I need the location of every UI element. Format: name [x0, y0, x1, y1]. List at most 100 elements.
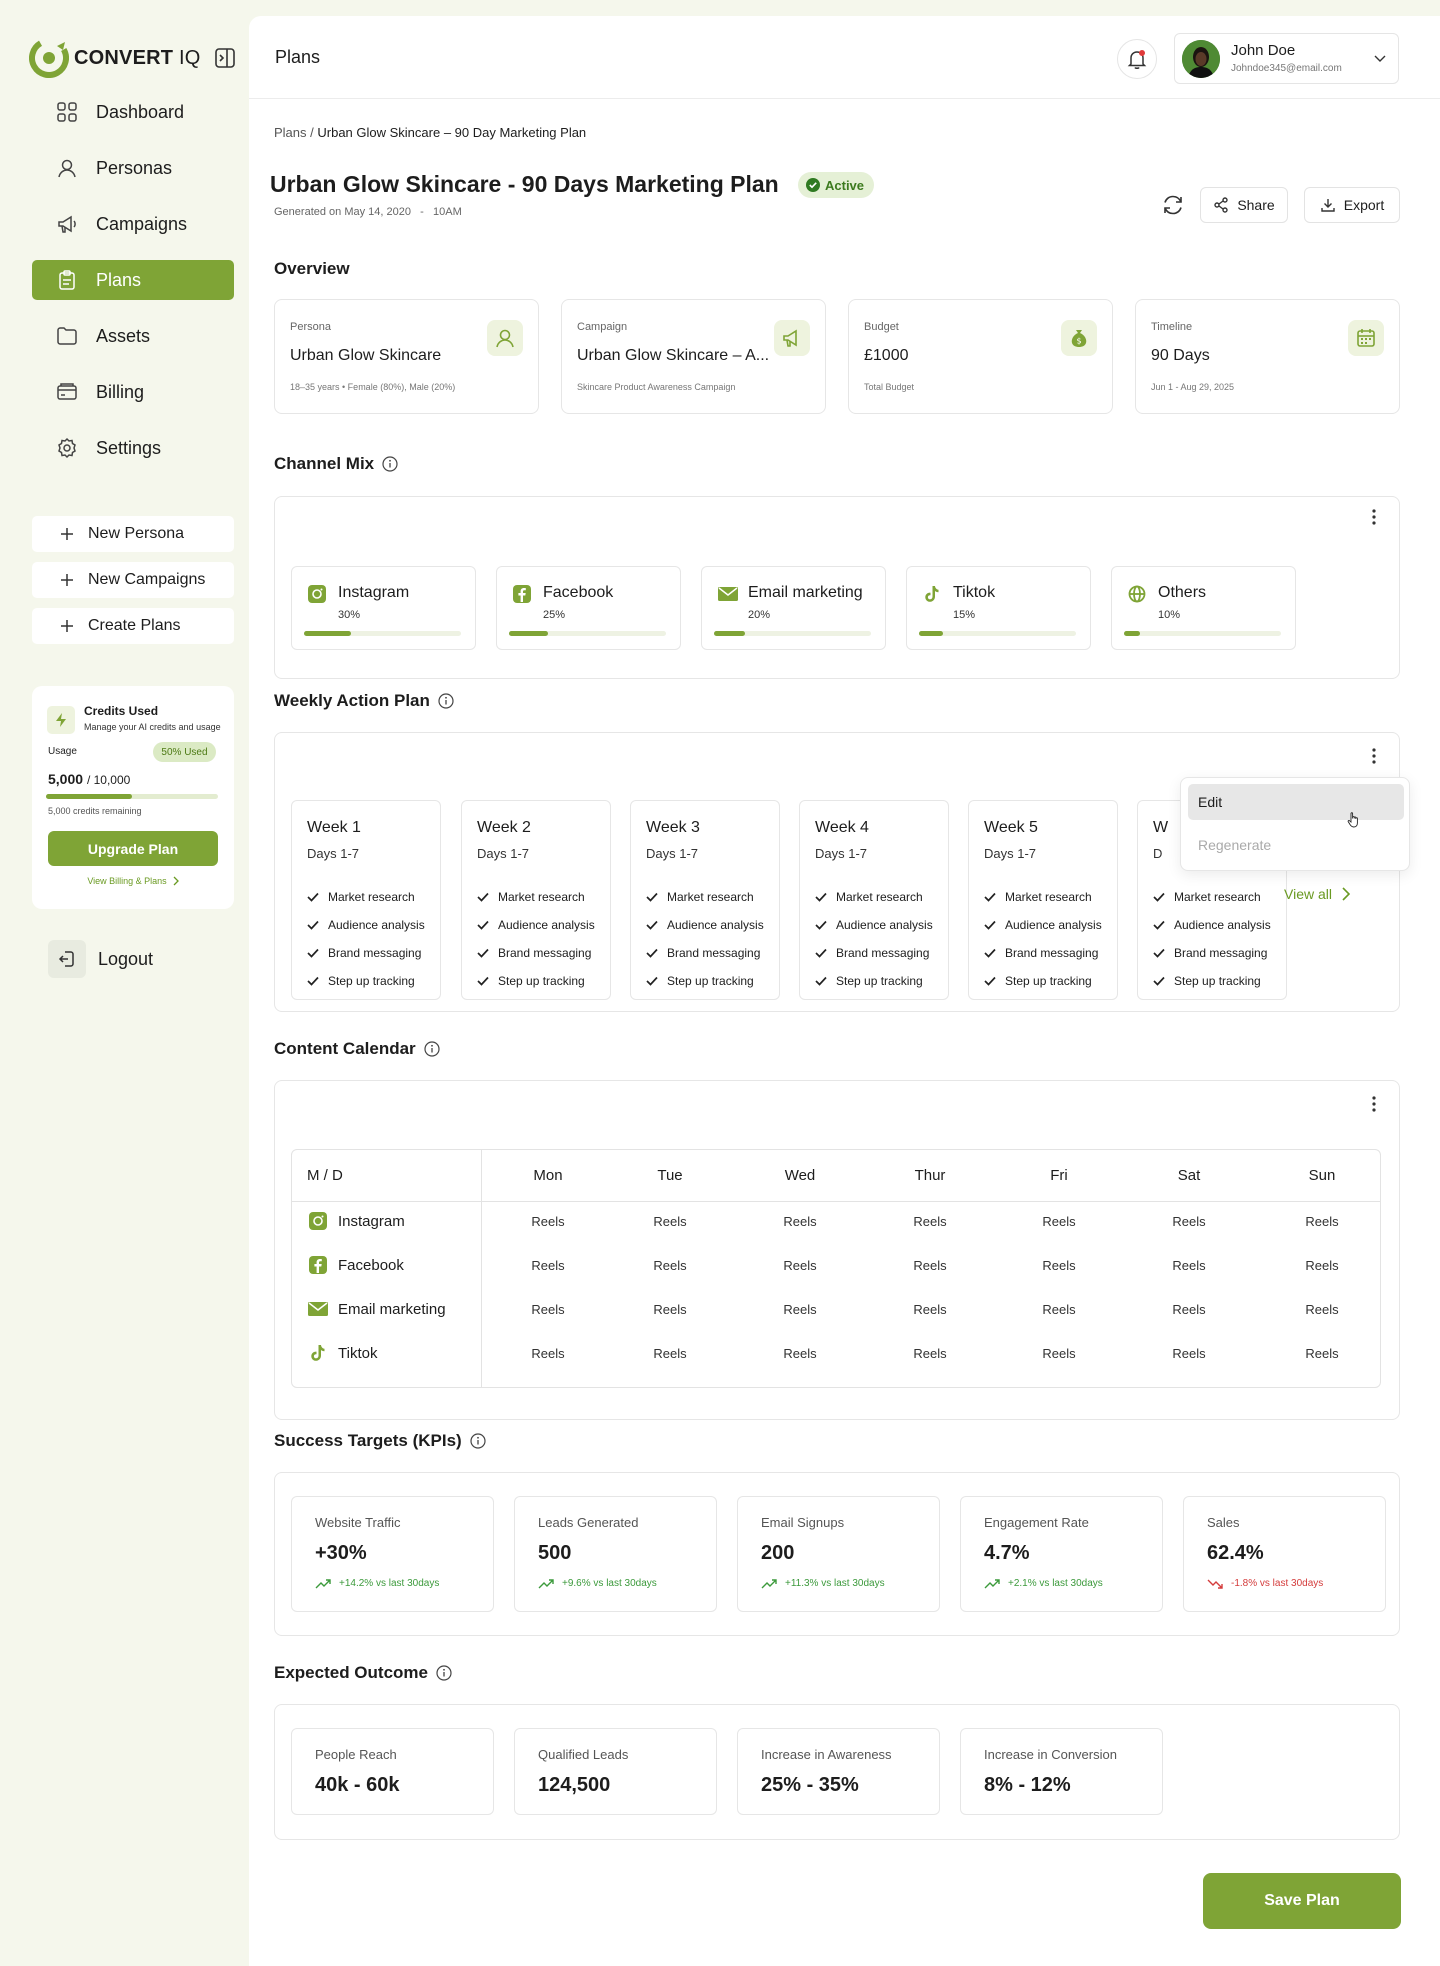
outcome-card-item: People Reach 40k - 60k	[291, 1728, 494, 1815]
breadcrumb-root[interactable]: Plans /	[274, 125, 314, 140]
hand-cursor-icon	[1347, 811, 1361, 829]
save-plan-button[interactable]: Save Plan	[1203, 1873, 1401, 1929]
credits-title: Credits Used	[84, 704, 159, 718]
day-header: Sun	[1308, 1167, 1336, 1184]
refresh-icon[interactable]	[1155, 187, 1191, 223]
calendar-cell[interactable]: Reels	[890, 1346, 970, 1361]
day-header: Fri	[1050, 1167, 1068, 1184]
credits-card: Credits Used Manage your AI credits and …	[32, 686, 234, 909]
week-card[interactable]: Week 3 Days 1-7 Market research Audience an…	[630, 800, 780, 1000]
week-card[interactable]: Week 2 Days 1-7 Market research Audience an…	[461, 800, 611, 1000]
sidebar-item-assets[interactable]: Assets	[32, 316, 234, 356]
sidebar-item-dashboard[interactable]: Dashboard	[32, 92, 234, 132]
check-icon	[1153, 976, 1165, 986]
calendar-cell[interactable]: Reels	[890, 1258, 970, 1273]
calendar-cell[interactable]: Reels	[760, 1302, 840, 1317]
user-icon	[487, 320, 523, 356]
user-icon	[56, 157, 78, 179]
export-button[interactable]: Export	[1304, 187, 1400, 223]
view-all-link[interactable]: View all	[1284, 886, 1350, 902]
logout-button[interactable]: Logout	[48, 940, 153, 978]
brand-name: CONVERT IQ	[74, 46, 201, 69]
view-billing-link[interactable]: View Billing & Plans	[32, 876, 234, 886]
week-card[interactable]: Week 4 Days 1-7 Market research Audience an…	[799, 800, 949, 1000]
sidebar-item-campaigns[interactable]: Campaigns	[32, 204, 234, 244]
calendar-cell[interactable]: Reels	[890, 1302, 970, 1317]
user-menu[interactable]: John Doe Johndoe345@email.com	[1174, 33, 1399, 84]
new-persona-label: New Persona	[88, 525, 185, 542]
channel-card-others[interactable]: Others 10%	[1111, 566, 1296, 650]
kpi-delta-text: +11.3% vs last 30days	[785, 1578, 885, 1589]
channel-card-tiktok[interactable]: Tiktok 15%	[906, 566, 1091, 650]
sidebar-collapse-icon[interactable]	[213, 46, 237, 70]
notification-bell-icon[interactable]	[1117, 39, 1157, 79]
calendar-cell[interactable]: Reels	[630, 1214, 710, 1229]
channel-card-instagram[interactable]: Instagram 30%	[291, 566, 476, 650]
channel-card-email[interactable]: Email marketing 20%	[701, 566, 886, 650]
sidebar-item-billing[interactable]: Billing	[32, 372, 234, 412]
sidebar-item-label: Settings	[96, 437, 162, 458]
kpis-card: Website Traffic +30% +14.2% vs last 30days…	[274, 1472, 1400, 1636]
info-icon[interactable]	[424, 1041, 440, 1057]
calendar-cell[interactable]: Reels	[1019, 1214, 1099, 1229]
week-card[interactable]: Week 5 Days 1-7 Market research Audience an…	[968, 800, 1118, 1000]
calendar-cell[interactable]: Reels	[630, 1258, 710, 1273]
create-plans-button[interactable]: Create Plans	[32, 608, 234, 644]
calendar-cell[interactable]: Reels	[760, 1346, 840, 1361]
info-icon[interactable]	[438, 693, 454, 709]
calendar-cell[interactable]: Reels	[1282, 1302, 1362, 1317]
calendar-cell[interactable]: Reels	[1149, 1302, 1229, 1317]
kpi-label: Website Traffic	[315, 1515, 401, 1530]
facebook-icon	[308, 1256, 328, 1274]
topbar-title: Plans	[275, 47, 321, 67]
calendar-cell[interactable]: Reels	[1019, 1302, 1099, 1317]
info-icon[interactable]	[382, 456, 398, 472]
brand-logo[interactable]: CONVERT IQ	[29, 38, 200, 78]
new-campaigns-button[interactable]: New Campaigns	[32, 562, 234, 598]
info-icon[interactable]	[470, 1433, 486, 1449]
week-card[interactable]: Week 1 Days 1-7 Market research Audience an…	[291, 800, 441, 1000]
calendar-cell[interactable]: Reels	[630, 1346, 710, 1361]
sidebar-item-personas[interactable]: Personas	[32, 148, 234, 188]
calendar-cell[interactable]: Reels	[1019, 1258, 1099, 1273]
menu-item-edit[interactable]: Edit	[1188, 784, 1404, 820]
sidebar-item-plans[interactable]: Plans	[32, 260, 234, 300]
calendar-cell[interactable]: Reels	[1149, 1346, 1229, 1361]
card-sub: 18–35 years • Female (80%), Male (20%)	[290, 382, 456, 392]
info-icon[interactable]	[436, 1665, 452, 1681]
calendar-cell[interactable]: Reels	[760, 1214, 840, 1229]
new-persona-button[interactable]: New Persona	[32, 516, 234, 552]
calendar-cell[interactable]: Reels	[1282, 1346, 1362, 1361]
calendar-cell[interactable]: Reels	[630, 1302, 710, 1317]
calendar-cell[interactable]: Reels	[1149, 1214, 1229, 1229]
calendar-cell[interactable]: Reels	[1019, 1346, 1099, 1361]
calendar-cell[interactable]: Reels	[1282, 1214, 1362, 1229]
calendar-cell[interactable]: Reels	[508, 1346, 588, 1361]
task-list: Market research Audience analysis Brand me…	[984, 883, 1102, 995]
list-item: Brand messaging	[815, 939, 933, 967]
share-icon	[1213, 197, 1229, 213]
menu-item-regenerate[interactable]: Regenerate	[1198, 837, 1271, 853]
view-all-label: View all	[1284, 886, 1332, 902]
calendar-cell[interactable]: Reels	[508, 1302, 588, 1317]
calendar-cell[interactable]: Reels	[508, 1214, 588, 1229]
channel-card-facebook[interactable]: Facebook 25%	[496, 566, 681, 650]
instagram-icon	[308, 585, 326, 603]
channel-mix-heading: Channel Mix	[274, 454, 398, 474]
calendar-cell[interactable]: Reels	[508, 1258, 588, 1273]
upgrade-plan-button[interactable]: Upgrade Plan	[48, 831, 218, 866]
calendar-cell[interactable]: Reels	[1282, 1258, 1362, 1273]
check-icon	[646, 892, 658, 902]
sidebar-item-settings[interactable]: Settings	[32, 428, 234, 468]
table-row: Instagram	[308, 1212, 405, 1230]
share-button[interactable]: Share	[1200, 187, 1288, 223]
calendar-cell[interactable]: Reels	[890, 1214, 970, 1229]
more-options-icon[interactable]	[1364, 746, 1384, 766]
calendar-cell[interactable]: Reels	[760, 1258, 840, 1273]
outcome-value: 124,500	[538, 1774, 611, 1796]
check-icon	[984, 948, 996, 958]
money-bag-icon: $	[1061, 320, 1097, 356]
more-options-icon[interactable]	[1364, 507, 1384, 527]
calendar-cell[interactable]: Reels	[1149, 1258, 1229, 1273]
more-options-icon[interactable]	[1364, 1094, 1384, 1114]
